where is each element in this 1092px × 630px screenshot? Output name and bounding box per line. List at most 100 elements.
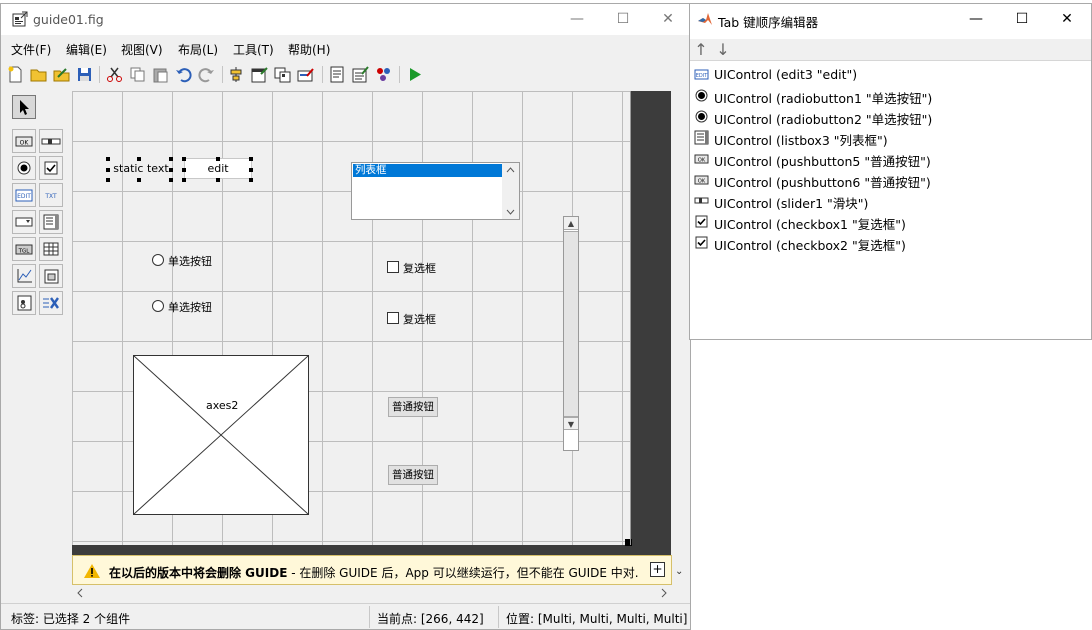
listbox-scrollbar[interactable] — [502, 163, 519, 219]
minimize-button[interactable]: — — [554, 4, 600, 35]
selection-handle[interactable] — [106, 157, 110, 161]
radiobutton-1[interactable] — [152, 254, 164, 266]
open-folder-icon[interactable] — [29, 65, 48, 84]
slider-track[interactable] — [564, 231, 578, 417]
vertical-scroll-down-arrow[interactable]: ⌄ — [675, 566, 683, 577]
checkbox-1[interactable] — [387, 261, 399, 273]
selection-handle[interactable] — [169, 178, 173, 182]
menu-file[interactable]: 文件(F) — [11, 41, 51, 58]
menu-view[interactable]: 视图(V) — [121, 41, 163, 58]
menu-tools[interactable]: 工具(T) — [233, 41, 274, 58]
palette-pushbutton[interactable]: OK — [12, 129, 36, 153]
palette-listbox[interactable] — [39, 210, 63, 234]
axes-control[interactable]: axes2 — [133, 355, 309, 515]
selection-handle[interactable] — [137, 157, 141, 161]
pushbutton-1[interactable]: 普通按钮 — [388, 397, 438, 417]
selection-handle[interactable] — [216, 178, 220, 182]
tab-order-item[interactable]: UIControl (radiobutton1 "单选按钮") — [694, 85, 1084, 106]
slider-down-arrow[interactable]: ▼ — [564, 417, 578, 430]
activex-icon — [43, 297, 59, 309]
layout-grid[interactable]: static text edit 列表框 单选按钮 单选按钮 复选框 复选框 ▲… — [72, 91, 632, 546]
radiobutton-2[interactable] — [152, 300, 164, 312]
canvas-resize-handle[interactable] — [625, 539, 632, 546]
menu-edit[interactable]: 编辑(E) — [66, 41, 107, 58]
redo-icon[interactable] — [197, 65, 216, 84]
edit-control[interactable]: edit — [184, 158, 252, 179]
close-button[interactable]: ✕ — [645, 4, 691, 35]
palette-table[interactable] — [39, 237, 63, 261]
tab-editor-maximize-button[interactable]: ☐ — [999, 4, 1045, 35]
listbox-item[interactable]: 列表框 — [353, 164, 502, 177]
tab-editor-minimize-button[interactable]: — — [953, 4, 999, 35]
menu-editor-icon[interactable] — [250, 65, 269, 84]
object-browser-icon[interactable] — [374, 65, 393, 84]
listbox-icon — [43, 214, 59, 230]
select-tool[interactable] — [12, 95, 36, 119]
tab-order-item[interactable]: UIControl (radiobutton2 "单选按钮") — [694, 106, 1084, 127]
pushbutton-2[interactable]: 普通按钮 — [388, 465, 438, 485]
tab-order-item[interactable]: OK UIControl (pushbutton5 "普通按钮") — [694, 148, 1084, 169]
tab-order-item[interactable]: UIControl (checkbox1 "复选框") — [694, 211, 1084, 232]
copy-icon[interactable] — [128, 65, 147, 84]
horizontal-scrollbar[interactable] — [72, 585, 672, 601]
save-icon[interactable] — [75, 65, 94, 84]
cut-icon[interactable] — [105, 65, 124, 84]
palette-edit[interactable]: EDIT — [12, 183, 36, 207]
palette-panel[interactable] — [39, 264, 63, 288]
toggle-icon: TGL — [15, 244, 33, 255]
selection-handle[interactable] — [216, 157, 220, 161]
tab-editor-close-button[interactable]: ✕ — [1044, 4, 1090, 35]
align-objects-icon[interactable] — [227, 65, 246, 84]
selection-handle[interactable] — [182, 178, 186, 182]
palette-togglebutton[interactable]: TGL — [12, 237, 36, 261]
selection-handle[interactable] — [182, 157, 186, 161]
undo-icon[interactable] — [174, 65, 193, 84]
palette-activex[interactable] — [39, 291, 63, 315]
tab-order-item[interactable]: UIControl (checkbox2 "复选框") — [694, 232, 1084, 253]
selection-handle[interactable] — [169, 168, 173, 172]
selection-handle[interactable] — [169, 157, 173, 161]
listbox-control[interactable]: 列表框 — [351, 162, 520, 220]
static-text-control[interactable]: static text — [110, 158, 172, 179]
menu-layout[interactable]: 布局(L) — [178, 41, 218, 58]
property-inspector-icon[interactable] — [351, 65, 370, 84]
checkbox-2[interactable] — [387, 312, 399, 324]
layout-canvas[interactable]: static text edit 列表框 单选按钮 单选按钮 复选框 复选框 ▲… — [72, 91, 671, 556]
tab-order-editor-icon[interactable] — [273, 65, 292, 84]
tab-order-item[interactable]: OK UIControl (pushbutton6 "普通按钮") — [694, 169, 1084, 190]
tab-order-item-label: UIControl (edit3 "edit") — [714, 67, 858, 82]
move-down-icon[interactable]: ↓ — [713, 39, 733, 61]
selection-handle[interactable] — [249, 178, 253, 182]
palette-axes[interactable] — [12, 264, 36, 288]
menu-help[interactable]: 帮助(H) — [288, 41, 330, 58]
selection-handle[interactable] — [106, 168, 110, 172]
tab-order-item[interactable]: UIControl (slider1 "滑块") — [694, 190, 1084, 211]
tab-order-item-label: UIControl (pushbutton5 "普通按钮") — [714, 154, 931, 169]
paste-icon[interactable] — [151, 65, 170, 84]
palette-popupmenu[interactable] — [12, 210, 36, 234]
tab-editor-titlebar: Tab 键顺序编辑器 — ☐ ✕ — [690, 4, 1091, 35]
selection-handle[interactable] — [106, 178, 110, 182]
tab-order-item[interactable]: EDIT UIControl (edit3 "edit") — [694, 64, 1084, 85]
palette-checkbox[interactable] — [39, 156, 63, 180]
palette-buttongroup[interactable] — [12, 291, 36, 315]
palette-static-text[interactable]: TXT — [39, 183, 63, 207]
selection-handle[interactable] — [249, 157, 253, 161]
banner-expand-button[interactable]: + — [650, 562, 665, 577]
move-up-icon[interactable]: ↑ — [691, 39, 711, 61]
run-icon[interactable] — [405, 65, 424, 84]
tab-order-item[interactable]: UIControl (listbox3 "列表框") — [694, 127, 1084, 148]
selection-handle[interactable] — [182, 168, 186, 172]
svg-text:TXT: TXT — [44, 193, 57, 200]
new-file-icon[interactable] — [6, 65, 25, 84]
slider-control[interactable]: ▲ ▼ — [563, 216, 579, 451]
maximize-button[interactable]: ☐ — [600, 4, 646, 35]
selection-handle[interactable] — [137, 178, 141, 182]
editor-icon[interactable] — [328, 65, 347, 84]
toolbar-editor-icon[interactable] — [296, 65, 315, 84]
palette-radiobutton[interactable] — [12, 156, 36, 180]
selection-handle[interactable] — [249, 168, 253, 172]
open-editor-icon[interactable] — [52, 65, 71, 84]
slider-up-arrow[interactable]: ▲ — [564, 217, 578, 230]
palette-slider[interactable] — [39, 129, 63, 153]
